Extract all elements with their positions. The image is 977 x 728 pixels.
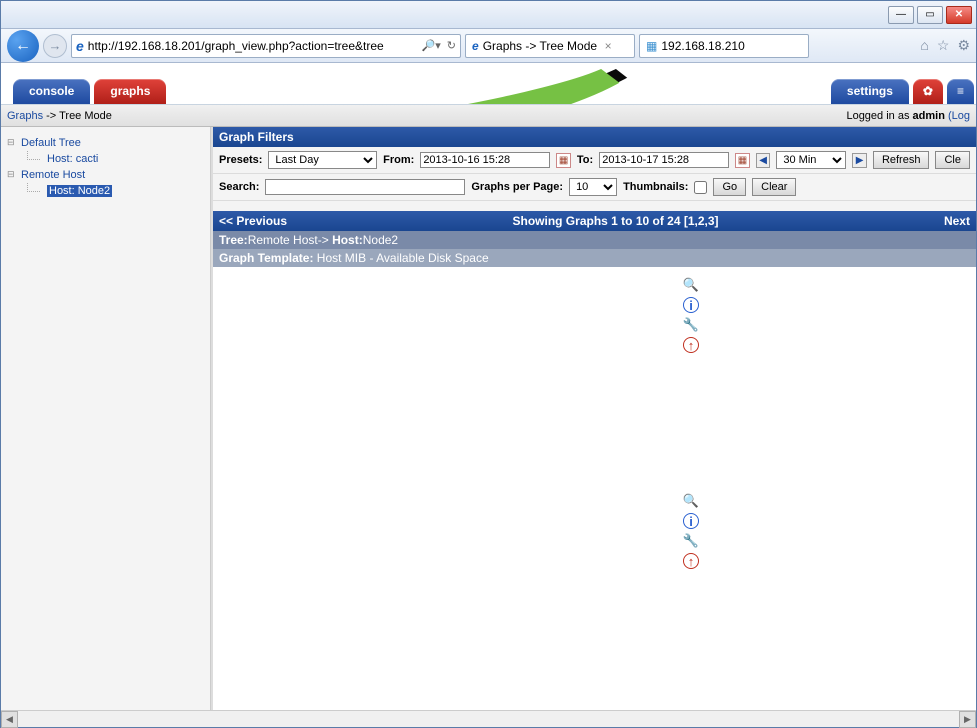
clear-button-2[interactable]: Clear <box>752 178 796 196</box>
main-panel: Graph Filters Presets: Last Day From: ▦ … <box>211 127 976 710</box>
presets-select[interactable]: Last Day <box>268 151 377 169</box>
time-shift-right-button[interactable]: ▶ <box>852 153 867 168</box>
graph-area-1: 🔍 i 🔧 ↑ <box>213 267 976 363</box>
tab-settings[interactable]: settings <box>831 79 909 104</box>
time-shift-left-button[interactable]: ◀ <box>756 153 771 168</box>
browser-tab-2[interactable]: ▦ 192.168.18.210 <box>639 34 809 58</box>
context-row: Tree:Remote Host-> Host:Node2 <box>213 231 976 249</box>
span-select[interactable]: 30 Min <box>776 151 846 169</box>
pageup-icon[interactable]: ↑ <box>683 337 699 353</box>
wrench-icon[interactable]: 🔧 <box>683 317 699 333</box>
horizontal-scrollbar[interactable]: ◀ ▶ <box>1 710 976 727</box>
gpp-label: Graphs per Page: <box>471 181 563 193</box>
graph-area-2: 🔍 i 🔧 ↑ <box>213 483 976 579</box>
breadcrumb-root-link[interactable]: Graphs <box>7 110 43 122</box>
browser-tab-active[interactable]: e Graphs -> Tree Mode × <box>465 34 635 58</box>
tab-menu-icon[interactable]: ≡ <box>947 79 974 104</box>
tab-console[interactable]: console <box>13 79 90 104</box>
tree-remote-host[interactable]: Remote Host <box>7 167 204 183</box>
nav-back-button[interactable]: ← <box>7 30 39 62</box>
zoom-icon-2[interactable]: 🔍 <box>683 493 699 509</box>
pager-prev-link[interactable]: << Previous <box>219 214 287 228</box>
tab-2-title: 192.168.18.210 <box>661 39 744 53</box>
tree-host-node2[interactable]: Host: Node2 <box>7 183 204 199</box>
reload-icon[interactable]: ↻ <box>447 39 456 52</box>
breadcrumb-sep: -> <box>43 110 59 122</box>
pageup-icon-2[interactable]: ↑ <box>683 553 699 569</box>
app-header: console graphs settings ✿ ≡ <box>1 63 976 105</box>
gpp-select[interactable]: 10 <box>569 178 617 196</box>
tab-plugin-icon[interactable]: ✿ <box>913 79 943 104</box>
scroll-right-button[interactable]: ▶ <box>959 711 976 728</box>
favorites-icon[interactable]: ☆ <box>937 37 950 54</box>
window-minimize-button[interactable]: — <box>888 6 914 24</box>
address-bar[interactable]: e 🔎▾ ↻ <box>71 34 461 58</box>
window-maximize-button[interactable]: ▭ <box>917 6 943 24</box>
search-dropdown-icon[interactable]: 🔎▾ <box>422 39 441 52</box>
scroll-left-button[interactable]: ◀ <box>1 711 18 728</box>
thumbnails-checkbox[interactable] <box>694 181 707 194</box>
template-row: Graph Template: Host MIB - Available Dis… <box>213 249 976 267</box>
gear-icon[interactable]: ⚙ <box>957 37 970 54</box>
tree-sidebar: Default Tree Host: cacti Remote Host Hos… <box>1 127 211 710</box>
go-button[interactable]: Go <box>713 178 746 196</box>
pager-showing: Showing Graphs 1 to 10 of 24 [1,2,3] <box>512 214 718 228</box>
logout-link[interactable]: (Log <box>945 110 970 122</box>
nav-forward-button[interactable]: → <box>43 34 67 58</box>
breadcrumb-current: Tree Mode <box>59 110 112 122</box>
to-label: To: <box>577 154 593 166</box>
presets-label: Presets: <box>219 154 262 166</box>
wrench-icon-2[interactable]: 🔧 <box>683 533 699 549</box>
refresh-button[interactable]: Refresh <box>873 151 930 169</box>
to-calendar-icon[interactable]: ▦ <box>735 153 750 168</box>
from-input[interactable] <box>420 152 550 168</box>
ie-icon: e <box>76 38 84 54</box>
filter-row-2: Search: Graphs per Page: 10 Thumbnails: … <box>213 174 976 201</box>
tree-host-cacti[interactable]: Host: cacti <box>7 151 204 167</box>
tree-default-tree[interactable]: Default Tree <box>7 135 204 151</box>
from-label: From: <box>383 154 414 166</box>
ie-tab-icon: e <box>472 39 479 53</box>
window-close-button[interactable]: ✕ <box>946 6 972 24</box>
login-status: Logged in as admin (Log <box>846 110 970 122</box>
pager-next-link[interactable]: Next <box>944 214 970 228</box>
pager-bar: << Previous Showing Graphs 1 to 10 of 24… <box>213 211 976 231</box>
zoom-icon[interactable]: 🔍 <box>683 277 699 293</box>
home-icon[interactable]: ⌂ <box>920 37 928 54</box>
tab-favicon: ▦ <box>646 39 657 53</box>
tab-graphs[interactable]: graphs <box>94 79 166 104</box>
to-input[interactable] <box>599 152 729 168</box>
search-input[interactable] <box>265 179 465 195</box>
filter-row-1: Presets: Last Day From: ▦ To: ▦ ◀ 30 Min… <box>213 147 976 174</box>
from-calendar-icon[interactable]: ▦ <box>556 153 571 168</box>
tab-title: Graphs -> Tree Mode <box>483 39 597 53</box>
info-icon[interactable]: i <box>683 297 699 313</box>
clear-button-1[interactable]: Cle <box>935 151 970 169</box>
filters-header: Graph Filters <box>213 127 976 147</box>
thumbnails-label: Thumbnails: <box>623 181 688 193</box>
window-titlebar: — ▭ ✕ <box>1 1 976 29</box>
search-label: Search: <box>219 181 259 193</box>
url-input[interactable] <box>88 39 422 53</box>
browser-navbar: ← → e 🔎▾ ↻ e Graphs -> Tree Mode × ▦ 192… <box>1 29 976 63</box>
info-icon-2[interactable]: i <box>683 513 699 529</box>
breadcrumb: Graphs -> Tree Mode Logged in as admin (… <box>1 105 976 127</box>
tab-close-icon[interactable]: × <box>601 39 615 53</box>
